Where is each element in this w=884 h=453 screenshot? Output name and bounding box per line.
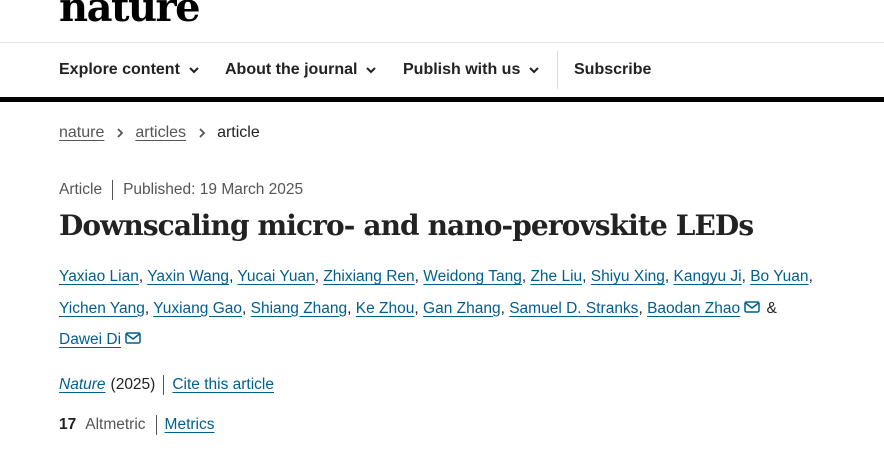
breadcrumb-current: article	[217, 124, 260, 141]
author-link[interactable]: Yichen Yang	[59, 300, 145, 317]
article-type: Article	[59, 181, 103, 198]
author-separator: ,	[414, 268, 424, 285]
nav-label: Publish with us	[403, 61, 521, 78]
nav-divider	[557, 51, 558, 89]
author-list: Yaxiao Lian, Yaxin Wang, Yucai Yuan, Zhi…	[59, 261, 819, 356]
nav-rule	[0, 97, 884, 102]
journal-name-link[interactable]: Nature	[59, 376, 106, 394]
nav-label: About the journal	[225, 61, 358, 78]
journal-year: (2025)	[110, 376, 156, 393]
author-link[interactable]: Shiang Zhang	[251, 300, 348, 317]
nav-explore-content[interactable]: Explore content	[59, 61, 200, 79]
article-meta: Article Published: 19 March 2025	[59, 180, 303, 200]
author-link[interactable]: Zhixiang Ren	[323, 268, 414, 285]
author-link[interactable]: Dawei Di	[59, 331, 121, 348]
chevron-down-icon	[366, 67, 377, 74]
metrics-link[interactable]: Metrics	[165, 416, 215, 434]
author-separator: ,	[242, 299, 251, 317]
subscribe-link[interactable]: Subscribe	[574, 61, 651, 79]
nav-about-journal[interactable]: About the journal	[225, 61, 377, 79]
author-separator: ,	[500, 299, 510, 317]
chevron-right-icon	[117, 128, 124, 138]
author-link[interactable]: Gan Zhang	[423, 300, 501, 317]
author-link[interactable]: Samuel D. Stranks	[509, 300, 638, 317]
nature-logo[interactable]: nature	[59, 0, 201, 28]
author-separator: ,	[664, 268, 674, 285]
altmetric-score: 17	[59, 416, 77, 433]
author-link[interactable]: Yaxiao Lian	[59, 268, 139, 285]
meta-divider	[112, 180, 114, 200]
author-separator: ,	[638, 299, 648, 317]
author-link[interactable]: Shiyu Xing	[591, 268, 665, 285]
chevron-down-icon	[189, 67, 199, 74]
author-separator: ,	[414, 299, 424, 317]
altmetric-divider	[155, 415, 157, 435]
journal-divider	[163, 375, 165, 395]
chevron-down-icon	[529, 67, 540, 74]
author-separator: ,	[582, 268, 591, 285]
author-separator: ,	[347, 299, 356, 317]
journal-info: Nature (2025) Cite this article	[59, 375, 274, 395]
altmetric-label: Altmetric	[85, 416, 146, 433]
author-link[interactable]: Ke Zhou	[356, 300, 415, 317]
author-separator: ,	[144, 299, 154, 317]
author-conjunction: &	[762, 299, 777, 317]
altmetric-bar: 17 Altmetric Metrics	[59, 415, 215, 435]
chevron-right-icon	[199, 128, 206, 138]
author-link[interactable]: Baodan Zhao	[647, 300, 740, 317]
envelope-icon[interactable]	[125, 324, 141, 344]
breadcrumb-articles[interactable]: articles	[135, 124, 186, 142]
author-link[interactable]: Yaxin Wang	[147, 268, 229, 285]
published-date: Published: 19 March 2025	[123, 181, 304, 198]
breadcrumb-nature[interactable]: nature	[59, 124, 104, 142]
author-link[interactable]: Weidong Tang	[423, 268, 522, 285]
author-link[interactable]: Yuxiang Gao	[153, 300, 242, 317]
author-separator: ,	[808, 268, 813, 285]
main-nav: Explore content About the journal Publis…	[0, 43, 884, 97]
article-title: Downscaling micro- and nano-perovskite L…	[59, 209, 754, 242]
envelope-icon[interactable]	[744, 293, 760, 313]
nav-label: Explore content	[59, 61, 180, 78]
author-separator: ,	[741, 268, 751, 285]
author-separator: ,	[138, 268, 148, 285]
breadcrumb: nature articles article	[59, 124, 260, 142]
author-link[interactable]: Kangyu Ji	[674, 268, 742, 285]
author-link[interactable]: Yucai Yuan	[237, 268, 314, 285]
author-link[interactable]: Bo Yuan	[750, 268, 808, 285]
nav-publish-with-us[interactable]: Publish with us	[403, 61, 540, 79]
cite-this-article-link[interactable]: Cite this article	[172, 376, 274, 394]
masthead: nature	[0, 0, 884, 43]
author-link[interactable]: Zhe Liu	[530, 268, 582, 285]
